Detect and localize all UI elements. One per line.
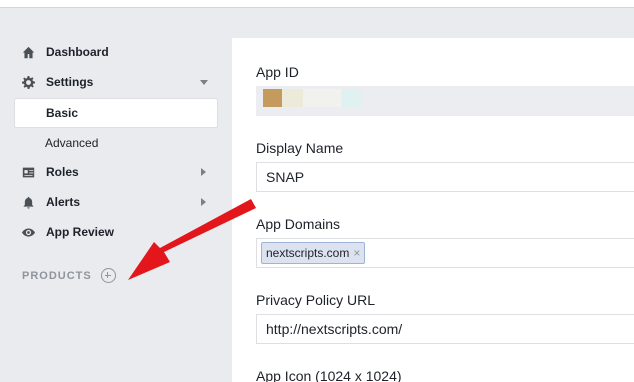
id-card-icon [20,164,36,180]
home-icon [20,44,36,60]
sidebar-item-label: Advanced [45,136,99,150]
privacy-policy-label: Privacy Policy URL [256,292,376,308]
redacted-block [263,89,282,107]
domain-tag: nextscripts.com × [261,242,366,264]
app-domains-input[interactable]: nextscripts.com × [256,238,634,268]
sidebar-item-advanced[interactable]: Advanced [14,128,218,158]
top-bar [0,0,634,8]
domain-tag-text: nextscripts.com [266,246,350,260]
sidebar-item-label: Roles [46,165,79,179]
sidebar-item-app-review[interactable]: App Review [14,217,218,247]
add-product-icon[interactable] [100,268,116,283]
close-icon[interactable]: × [353,246,360,260]
sidebar-item-label: Basic [46,106,79,120]
sidebar-item-alerts[interactable]: Alerts [14,187,218,217]
sidebar-item-basic[interactable]: Basic [14,98,218,128]
display-name-input[interactable]: SNAP [256,162,634,192]
sidebar-item-settings[interactable]: Settings [14,67,218,97]
app-id-field [256,86,634,116]
app-domains-label: App Domains [256,216,341,232]
redacted-block [303,89,341,107]
chevron-right-icon [201,198,206,206]
app-icon-label: App Icon (1024 x 1024) [256,368,402,382]
chevron-down-icon [200,80,208,85]
eye-icon [20,224,36,240]
sidebar-item-dashboard[interactable]: Dashboard [14,37,218,67]
redacted-block [342,89,362,107]
app-id-label: App ID [256,64,299,80]
display-name-label: Display Name [256,140,344,156]
sidebar-item-label: App Review [46,225,115,239]
chevron-right-icon [201,168,206,176]
gear-icon [20,74,36,90]
redacted-block [282,89,303,107]
privacy-policy-input[interactable]: http://nextscripts.com/ [256,314,634,344]
display-name-value: SNAP [266,169,305,185]
sidebar-item-label: Settings [46,75,94,89]
products-label: PRODUCTS [22,269,92,282]
sidebar-item-label: Alerts [46,195,81,209]
sidebar-item-label: Dashboard [46,45,109,59]
privacy-policy-value: http://nextscripts.com/ [266,321,403,337]
bell-icon [20,194,36,210]
products-section: PRODUCTS [22,268,116,283]
sidebar-item-roles[interactable]: Roles [14,157,218,187]
